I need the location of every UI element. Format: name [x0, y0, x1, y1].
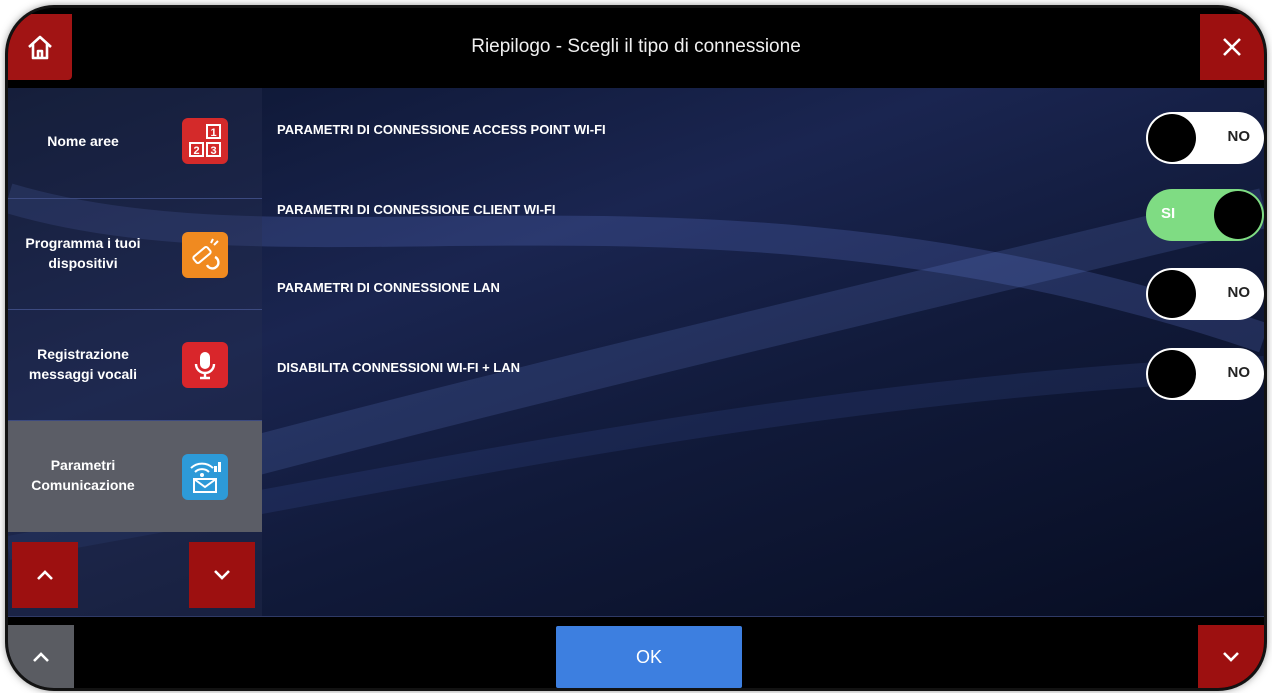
toggle-knob — [1148, 270, 1196, 318]
chevron-up-icon — [33, 652, 49, 662]
close-button[interactable] — [1200, 14, 1264, 80]
toggle-client-wifi[interactable]: SI — [1146, 189, 1264, 241]
setting-label-disable-connections: DISABILITA CONNESSIONI WI-FI + LAN — [277, 360, 521, 375]
toggle-access-point[interactable]: NO — [1146, 112, 1264, 164]
setting-label-lan: PARAMETRI DI CONNESSIONE LAN — [277, 280, 500, 295]
chevron-down-icon — [214, 570, 230, 580]
toggle-state: NO — [1227, 364, 1251, 381]
toggle-state: NO — [1227, 284, 1251, 301]
sidebar-item-label: Parametri Comunicazione — [31, 457, 135, 493]
setting-label-client-wifi: PARAMETRI DI CONNESSIONE CLIENT WI-FI — [277, 202, 556, 217]
ok-button[interactable]: OK — [556, 626, 742, 688]
sidebar-item-parametri-comunicazione[interactable]: Parametri Comunicazione — [8, 421, 262, 532]
toggle-knob — [1148, 114, 1196, 162]
footer-bar: OK — [8, 616, 1264, 688]
toggle-knob — [1214, 191, 1262, 239]
scroll-up-button[interactable] — [12, 542, 78, 608]
sidebar-item-programma[interactable]: Programma i tuoi dispositivi — [8, 199, 262, 310]
toggle-state: SI — [1161, 205, 1176, 222]
microphone-icon — [182, 342, 228, 388]
area-grid-icon: 1 2 3 — [182, 118, 228, 164]
close-icon — [1223, 38, 1241, 56]
sidebar-item-label: Programma i tuoi dispositivi — [25, 235, 141, 271]
sidebar-item-registrazione[interactable]: Registrazione messaggi vocali — [8, 310, 262, 421]
sidebar-item-nome-aree[interactable]: Nome aree 1 2 3 — [8, 88, 262, 199]
footer-down-button[interactable] — [1198, 625, 1264, 688]
toggle-knob — [1148, 350, 1196, 398]
scroll-down-button[interactable] — [189, 542, 255, 608]
main-panel: Nome aree 1 2 3 Programma i tuoi disposi… — [8, 88, 1264, 616]
sidebar-item-label: Registrazione messaggi vocali — [28, 346, 138, 382]
chevron-down-icon — [1223, 652, 1239, 662]
page-title: Riepilogo - Scegli il tipo di connession… — [471, 36, 801, 57]
toggle-state: NO — [1227, 128, 1251, 145]
sidebar-item-label: Nome aree — [47, 133, 119, 149]
area-number: 2 — [193, 145, 199, 157]
setting-label-access-point: PARAMETRI DI CONNESSIONE ACCESS POINT WI… — [277, 122, 606, 137]
device-program-icon — [182, 232, 228, 278]
header-bar: Riepilogo - Scegli il tipo di connession… — [8, 8, 1264, 89]
area-number: 3 — [210, 145, 216, 157]
toggle-disable-connections[interactable]: NO — [1146, 348, 1264, 400]
sidebar: Nome aree 1 2 3 Programma i tuoi disposi… — [8, 88, 262, 616]
area-number: 1 — [210, 127, 216, 139]
wifi-message-icon — [182, 454, 228, 500]
chevron-up-icon — [37, 570, 53, 580]
footer-up-button[interactable] — [8, 625, 74, 688]
toggle-lan[interactable]: NO — [1146, 268, 1264, 320]
app-window: Riepilogo - Scegli il tipo di connession… — [8, 8, 1264, 688]
